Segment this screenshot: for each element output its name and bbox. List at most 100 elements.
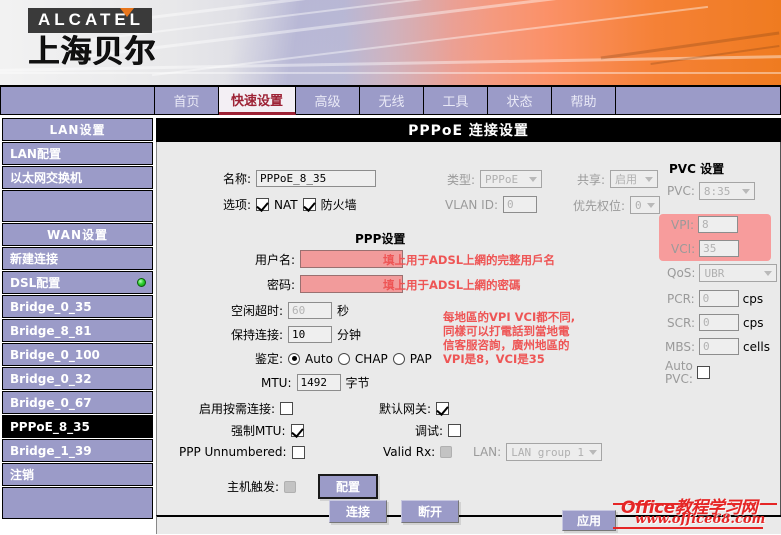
apply-button-wrap: 应用	[562, 510, 617, 531]
mtu-input[interactable]	[296, 374, 341, 391]
sidebar-spacer-bottom	[2, 487, 153, 519]
chevron-down-icon	[529, 177, 538, 182]
sidebar: LAN设置 LAN配置 以太网交换机 WAN设置 新建连接 DSL配置 Brid…	[0, 118, 155, 535]
tab-home[interactable]: 首页	[155, 86, 219, 115]
firewall-label: 防火墙	[320, 198, 357, 212]
page-title: PPPoE 连接设置	[156, 118, 781, 142]
debug-checkbox[interactable]	[448, 424, 462, 437]
disconnect-button[interactable]: 断开	[401, 500, 460, 523]
password-annotation: 填上用于ADSL上網的密碼	[383, 278, 521, 292]
auth-radio-pap[interactable]	[392, 352, 405, 365]
sidebar-item-bridge-0-35[interactable]: Bridge_0_35	[2, 295, 153, 318]
tab-tools[interactable]: 工具	[424, 86, 489, 115]
sidebar-item-bridge-0-100[interactable]: Bridge_0_100	[2, 343, 153, 366]
mbs-input[interactable]	[699, 338, 740, 355]
brand-logo: ALCATEL 上海贝尔	[28, 8, 218, 69]
tab-quick-setup[interactable]: 快速设置	[219, 86, 297, 115]
debug-label: 调试:	[415, 424, 444, 438]
firewall-checkbox[interactable]	[302, 198, 316, 211]
main-content: PPPoE 连接设置 名称: 类型: PPPoE 共享: 启用 选项: NAT	[156, 118, 781, 535]
lan-group-value: LAN group 1	[511, 445, 585, 459]
settings-form: 名称: 类型: PPPoE 共享: 启用 选项: NAT 防火墙 VL	[156, 142, 781, 523]
keepalive-label: 保持连接:	[231, 328, 284, 342]
vlan-id-input[interactable]	[503, 196, 537, 213]
keepalive-input[interactable]	[288, 326, 333, 343]
username-annotation: 填上用于ADSL上網的完整用戶名	[383, 253, 556, 267]
sidebar-item-pppoe-8-35[interactable]: PPPoE_8_35	[2, 415, 153, 438]
vpi-input[interactable]	[698, 216, 739, 233]
idle-timeout-label: 空闲超时:	[231, 304, 284, 318]
sidebar-item-dsl-config[interactable]: DSL配置	[2, 271, 153, 294]
sidebar-item-bridge-1-39[interactable]: Bridge_1_39	[2, 439, 153, 462]
priority-value: 0	[635, 198, 642, 212]
force-mtu-checkbox[interactable]	[290, 424, 304, 437]
sidebar-item-logout[interactable]: 注销	[2, 463, 153, 486]
scr-unit: cps	[743, 315, 764, 330]
host-trigger-indicator	[284, 480, 297, 493]
default-gateway-label: 默认网关:	[379, 402, 432, 416]
pvc-annotation-line: 同樣可以打電話到當地電	[443, 324, 570, 338]
qos-select[interactable]: UBR	[699, 264, 778, 282]
apply-button[interactable]: 应用	[562, 510, 617, 531]
username-label: 用户名:	[255, 252, 296, 267]
pvc-settings-panel: PVC 设置 PVC: 8:35 VPI: VCI: QoS:	[651, 160, 779, 410]
default-gateway-checkbox[interactable]	[436, 402, 450, 415]
sidebar-item-bridge-8-81[interactable]: Bridge_8_81	[2, 319, 153, 342]
sidebar-item-bridge-0-32[interactable]: Bridge_0_32	[2, 367, 153, 390]
pvc-select[interactable]: 8:35	[698, 182, 755, 200]
tab-advanced[interactable]: 高级	[296, 86, 361, 115]
vci-label: VCI:	[671, 241, 696, 256]
configure-button[interactable]: 配置	[318, 474, 379, 499]
brand-name-cn: 上海贝尔	[28, 34, 156, 70]
pvc-section-title: PVC 设置	[669, 162, 725, 176]
host-trigger-label: 主机触发:	[227, 480, 280, 494]
force-mtu-label: 强制MTU:	[231, 424, 286, 438]
triangle-icon	[120, 8, 134, 17]
auth-radio-auto[interactable]	[288, 352, 301, 365]
sidebar-item-ethernet-switch[interactable]: 以太网交换机	[2, 166, 153, 189]
pvc-annotation-line: 信客服咨詢，廣州地區的	[443, 338, 570, 352]
connection-name-input[interactable]	[256, 170, 377, 187]
scr-input[interactable]	[699, 314, 740, 331]
auto-pvc-checkbox[interactable]	[696, 366, 710, 379]
vci-input[interactable]	[699, 240, 740, 257]
nav-tail	[616, 86, 781, 115]
on-demand-checkbox[interactable]	[280, 402, 294, 415]
pcr-label: PCR:	[667, 291, 695, 306]
ppp-unnumbered-checkbox[interactable]	[291, 445, 305, 459]
sidebar-item-new-connection[interactable]: 新建连接	[2, 247, 153, 270]
nat-checkbox[interactable]	[256, 198, 270, 211]
tab-wireless[interactable]: 无线	[360, 86, 425, 115]
auto-pvc-label-line2: PVC:	[665, 372, 693, 386]
qos-value: UBR	[704, 266, 725, 280]
sidebar-item-bridge-0-67[interactable]: Bridge_0_67	[2, 391, 153, 414]
valid-rx-indicator	[440, 446, 453, 458]
tab-help[interactable]: 帮助	[552, 86, 617, 115]
pvc-annotation: 每地區的VPI VCI都不同, 同樣可以打電話到當地電 信客服咨詢，廣州地區的 …	[443, 310, 575, 366]
auth-radio-chap[interactable]	[337, 352, 350, 365]
chevron-down-icon	[589, 450, 598, 455]
pcr-unit: cps	[742, 291, 764, 306]
sidebar-header-lan: LAN设置	[2, 118, 153, 141]
page-banner: ALCATEL 上海贝尔	[0, 0, 781, 85]
auth-option-label: PAP	[409, 351, 432, 366]
main-navigation: 首页 快速设置 高级 无线 工具 状态 帮助	[0, 85, 781, 115]
tab-status[interactable]: 状态	[488, 86, 553, 115]
chevron-down-icon	[764, 271, 773, 276]
auth-option-label: CHAP	[354, 351, 388, 366]
sidebar-item-lan-config[interactable]: LAN配置	[2, 142, 153, 165]
lan-label: LAN:	[473, 445, 502, 459]
share-value: 启用	[615, 173, 638, 186]
password-label: 密码:	[267, 277, 296, 292]
idle-timeout-input[interactable]	[288, 302, 333, 319]
lan-group-select[interactable]: LAN group 1	[506, 443, 603, 461]
nav-spacer	[0, 86, 155, 115]
connection-type-select[interactable]: PPPoE	[480, 170, 543, 188]
mtu-unit: 字节	[345, 376, 370, 390]
pvc-value: 8:35	[703, 184, 731, 198]
pcr-input[interactable]	[698, 290, 739, 307]
sidebar-spacer	[2, 190, 153, 222]
connect-button[interactable]: 连接	[329, 500, 388, 523]
panel-footer	[156, 515, 781, 534]
keepalive-unit: 分钟	[337, 328, 362, 342]
